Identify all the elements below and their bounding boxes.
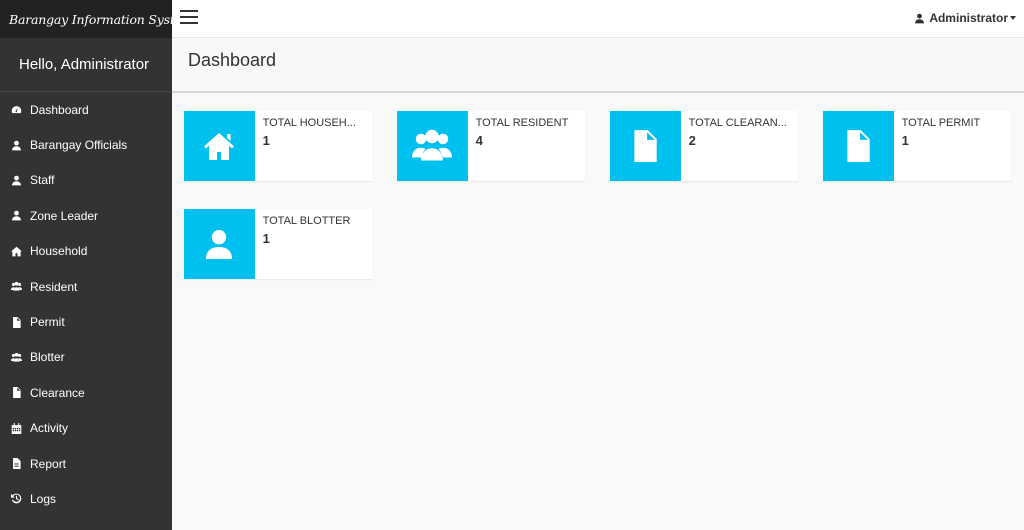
sidebar-item-label: Household — [30, 244, 88, 259]
sidebar-item-label: Blotter — [30, 350, 65, 365]
sidebar-item-resident[interactable]: Resident — [0, 269, 172, 304]
info-box-permits[interactable]: TOTAL PERMIT 1 — [823, 111, 1011, 181]
file-icon — [634, 130, 657, 162]
user-icon — [10, 210, 22, 222]
user-icon — [915, 13, 925, 23]
info-box-icon — [184, 209, 255, 279]
users-icon — [412, 129, 453, 161]
sidebar-item-permit[interactable]: Permit — [0, 304, 172, 339]
info-box-icon — [610, 111, 681, 181]
info-box-value: 4 — [475, 133, 483, 148]
sidebar-item-label: Clearance — [30, 385, 85, 400]
info-box-value: 2 — [688, 133, 696, 148]
sidebar-item-activity[interactable]: Activity — [0, 411, 172, 446]
info-box-content: TOTAL HOUSEH... 1 — [255, 111, 372, 181]
calendar-icon — [10, 422, 22, 434]
info-box-label: TOTAL BLOTTER — [262, 215, 351, 227]
info-box-residents[interactable]: TOTAL RESIDENT 4 — [397, 111, 585, 181]
home-icon — [10, 245, 22, 257]
sidebar-item-label: Zone Leader — [30, 208, 99, 223]
sidebar: Barangay Information System Hello, Admin… — [0, 0, 194, 530]
info-box-content: TOTAL BLOTTER 1 — [255, 209, 372, 279]
sidebar-item-label: Activity — [30, 421, 69, 436]
top-navbar: Administrator — [172, 0, 1024, 38]
file-icon — [10, 316, 22, 328]
user-dropdown[interactable]: Administrator — [914, 11, 1016, 25]
user-name: Administrator — [929, 11, 1008, 25]
sidebar-item-blotter[interactable]: Blotter — [0, 340, 172, 375]
brand-bar: Barangay Information System — [0, 0, 194, 38]
menu-toggle-icon[interactable] — [180, 10, 198, 26]
sidebar-item-label: Permit — [30, 315, 65, 330]
users-icon — [10, 281, 22, 293]
sidebar-item-report[interactable]: Report — [0, 446, 172, 481]
page-title: Dashboard — [188, 50, 277, 70]
info-box-content: TOTAL PERMIT 1 — [894, 111, 1011, 181]
history-icon — [10, 493, 22, 505]
info-box-icon — [184, 111, 255, 181]
sidebar-item-household[interactable]: Household — [0, 234, 172, 269]
users-icon — [10, 351, 22, 363]
caret-down-icon — [1010, 16, 1016, 20]
sidebar-item-label: Report — [30, 456, 67, 471]
sidebar-item-zone-leader[interactable]: Zone Leader — [0, 198, 172, 233]
sidebar-item-logs[interactable]: Logs — [0, 481, 172, 516]
info-box-value: 1 — [262, 133, 270, 148]
info-box-blotter[interactable]: TOTAL BLOTTER 1 — [184, 209, 372, 279]
info-box-label: TOTAL RESIDENT — [475, 117, 569, 129]
info-box-clearances[interactable]: TOTAL CLEARAN... 2 — [610, 111, 798, 181]
sidebar-item-label: Resident — [30, 279, 78, 294]
dashboard-icon — [10, 104, 22, 116]
sidebar-item-staff[interactable]: Staff — [0, 163, 172, 198]
sidebar-item-label: Logs — [30, 491, 57, 506]
sidebar-item-dashboard[interactable]: Dashboard — [0, 92, 172, 127]
info-box-content: TOTAL RESIDENT 4 — [468, 111, 585, 181]
info-box-households[interactable]: TOTAL HOUSEH... 1 — [184, 111, 372, 181]
user-icon — [10, 139, 22, 151]
sidebar-item-clearance[interactable]: Clearance — [0, 375, 172, 410]
info-box-label: TOTAL PERMIT — [901, 117, 981, 129]
app-title[interactable]: Barangay Information System — [9, 12, 194, 27]
info-box-label: TOTAL CLEARAN... — [688, 117, 787, 129]
info-box-value: 1 — [901, 133, 909, 148]
info-box-label: TOTAL HOUSEH... — [262, 117, 356, 129]
info-box-value: 1 — [262, 231, 270, 246]
user-icon — [10, 174, 22, 186]
info-box-icon — [397, 111, 468, 181]
user-icon — [206, 230, 233, 259]
home-icon — [204, 133, 235, 160]
sidebar-item-label: Staff — [30, 173, 55, 188]
info-box-icon — [823, 111, 894, 181]
sidebar-item-label: Dashboard — [30, 102, 89, 117]
page-header: Dashboard — [172, 38, 1024, 93]
sidebar-item-barangay-officials[interactable]: Barangay Officials — [0, 127, 172, 162]
user-greeting: Hello, Administrator — [0, 38, 172, 92]
sidebar-nav: Dashboard Barangay Officials Staff Zone … — [0, 92, 172, 517]
sidebar-item-label: Barangay Officials — [30, 138, 128, 153]
info-box-content: TOTAL CLEARAN... 2 — [681, 111, 798, 181]
file-icon — [10, 387, 22, 399]
file-text-icon — [10, 458, 22, 470]
file-icon — [847, 130, 870, 162]
